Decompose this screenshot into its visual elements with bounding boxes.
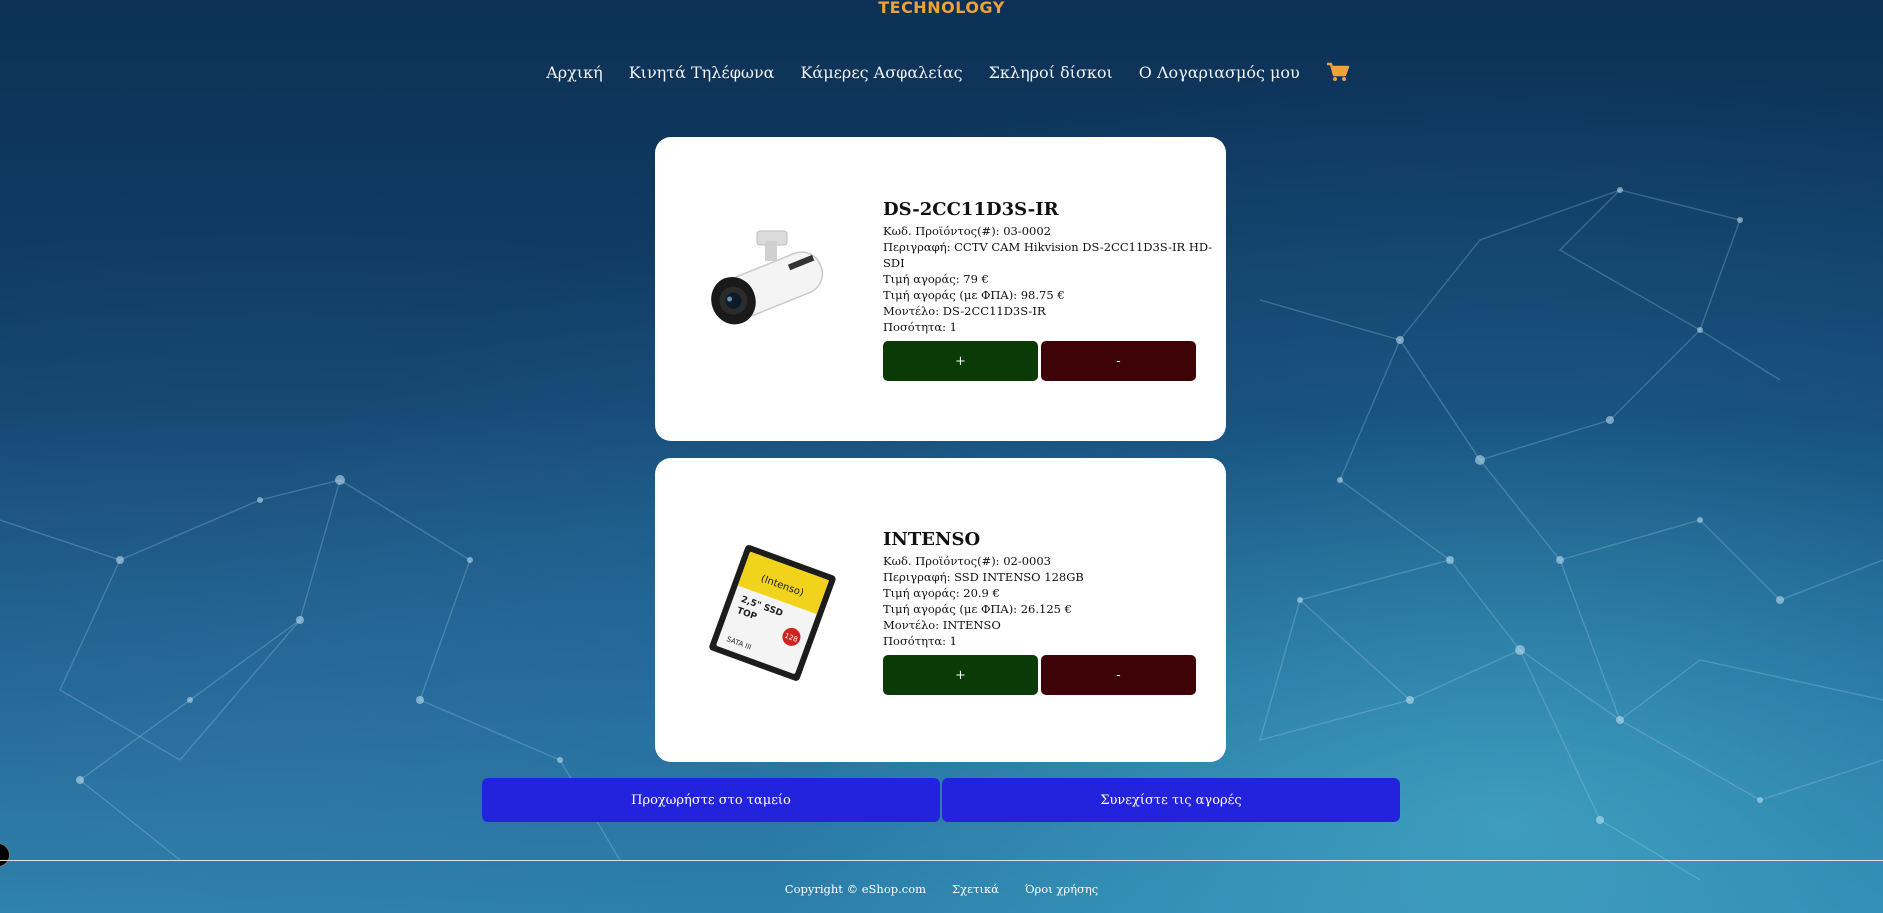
footer-terms-link[interactable]: Όροι χρήσης: [1025, 882, 1098, 896]
product-code: Κωδ. Προϊόντος(#): 03-0002: [883, 224, 1051, 238]
nav-item-security-cameras[interactable]: Κάμερες Ασφαλείας: [800, 63, 962, 82]
nav-item-hard-disks[interactable]: Σκληροί δίσκοι: [989, 63, 1113, 82]
main-nav: Αρχική Κινητά Τηλέφωνα Κάμερες Ασφαλείας…: [0, 62, 1883, 82]
product-quantity: Ποσότητα: 1: [883, 634, 957, 648]
product-price: Τιμή αγοράς: 79 €: [883, 272, 989, 286]
cart-item-info: DS-2CC11D3S-IR Κωδ. Προϊόντος(#): 03-000…: [883, 199, 1218, 381]
footer-divider: [0, 860, 1883, 861]
cart-item-card: DS-2CC11D3S-IR Κωδ. Προϊόντος(#): 03-000…: [655, 137, 1226, 441]
cart-item-card: (Intenso) 2,5" SSD TOP 128 SATA III INTE…: [655, 458, 1226, 762]
product-model: Μοντέλο: DS-2CC11D3S-IR: [883, 304, 1046, 318]
product-title: DS-2CC11D3S-IR: [883, 199, 1059, 220]
nav-item-home[interactable]: Αρχική: [546, 63, 603, 82]
product-description: Περιγραφή: SSD INTENSO 128GB: [883, 570, 1084, 584]
footer-copyright: Copyright © eShop.com: [784, 882, 927, 896]
cart-item-info: INTENSO Κωδ. Προϊόντος(#): 02-0003 Περιγ…: [883, 529, 1218, 695]
increase-quantity-button[interactable]: +: [883, 341, 1038, 381]
shopping-cart-icon[interactable]: [1326, 62, 1350, 82]
security-camera-image: [695, 227, 845, 351]
nav-item-my-account[interactable]: Ο Λογαριασμός μου: [1139, 63, 1300, 82]
decrease-quantity-button[interactable]: -: [1041, 655, 1196, 695]
increase-quantity-button[interactable]: +: [883, 655, 1038, 695]
product-price-vat: Τιμή αγοράς (με ΦΠΑ): 98.75 €: [883, 288, 1065, 302]
quantity-controls: + -: [883, 341, 1218, 381]
quantity-controls: + -: [883, 655, 1218, 695]
product-price-vat: Τιμή αγοράς (με ΦΠΑ): 26.125 €: [883, 602, 1072, 616]
decrease-quantity-button[interactable]: -: [1041, 341, 1196, 381]
ssd-drive-image: (Intenso) 2,5" SSD TOP 128 SATA III: [695, 536, 845, 690]
product-quantity: Ποσότητα: 1: [883, 320, 957, 334]
continue-shopping-button[interactable]: Συνεχίστε τις αγορές: [942, 778, 1400, 822]
checkout-button[interactable]: Προχωρήστε στο ταμείο: [482, 778, 940, 822]
footer-about-link[interactable]: Σχετικά: [952, 882, 999, 896]
logo-text[interactable]: TECHNOLOGY: [0, 0, 1883, 17]
footer: Copyright © eShop.com Σχετικά Όροι χρήση…: [0, 882, 1883, 896]
product-title: INTENSO: [883, 529, 981, 550]
product-description: Περιγραφή: CCTV CAM Hikvision DS-2CC11D3…: [883, 240, 1213, 270]
product-code: Κωδ. Προϊόντος(#): 02-0003: [883, 554, 1051, 568]
product-price: Τιμή αγοράς: 20.9 €: [883, 586, 1000, 600]
nav-item-mobile-phones[interactable]: Κινητά Τηλέφωνα: [629, 63, 775, 82]
product-model: Μοντέλο: INTENSO: [883, 618, 1001, 632]
